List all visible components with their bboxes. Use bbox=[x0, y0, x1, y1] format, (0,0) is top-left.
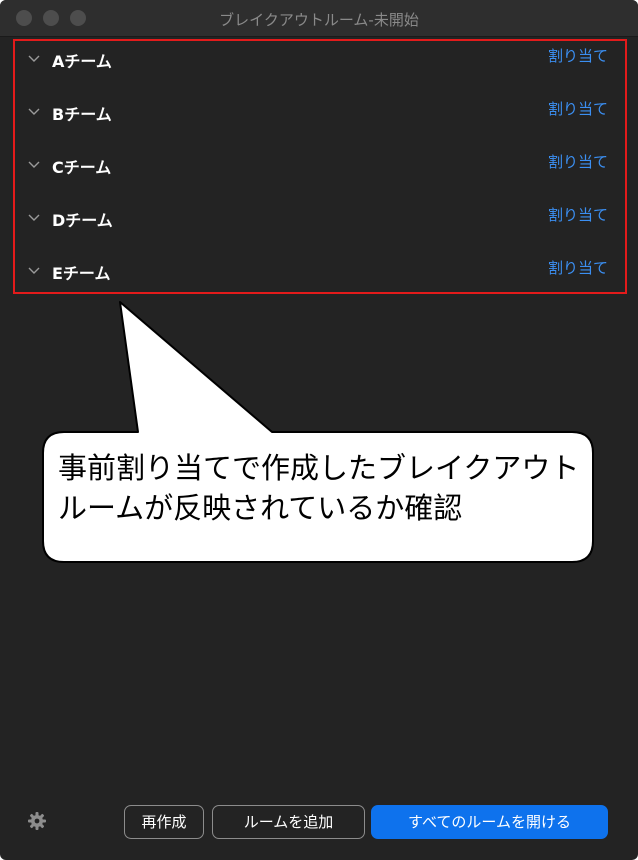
breakout-rooms-window: ブレイクアウトルーム-未開始 Aチーム 割り当て Bチーム 割り当て Cチーム … bbox=[0, 0, 638, 860]
gear-icon[interactable] bbox=[27, 811, 47, 831]
recreate-button[interactable]: 再作成 bbox=[124, 805, 204, 839]
title-bar: ブレイクアウトルーム-未開始 bbox=[0, 0, 638, 37]
annotation-text: 事前割り当てで作成したブレイクアウトルームが反映されているか確認 bbox=[58, 451, 580, 525]
open-all-rooms-button[interactable]: すべてのルームを開ける bbox=[371, 805, 608, 839]
annotation-highlight-box bbox=[13, 39, 627, 294]
add-room-button[interactable]: ルームを追加 bbox=[212, 805, 365, 839]
window-title: ブレイクアウトルーム-未開始 bbox=[219, 11, 419, 29]
